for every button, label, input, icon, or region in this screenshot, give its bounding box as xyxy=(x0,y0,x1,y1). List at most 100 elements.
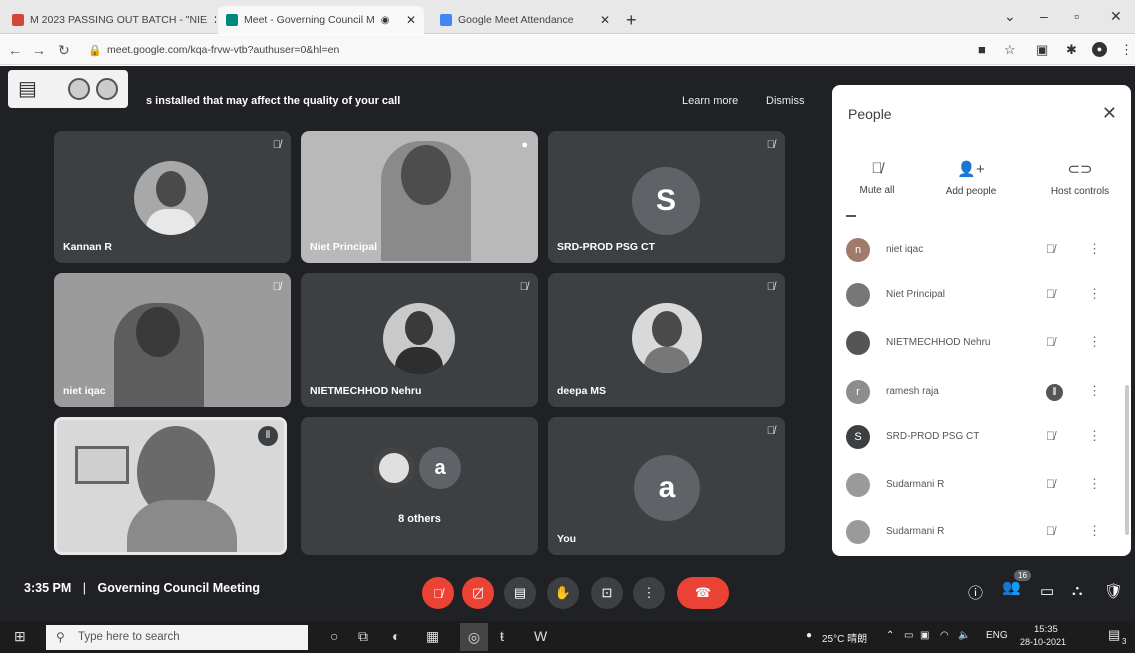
participant-row[interactable]: r ramesh raja ⫴ ⋮ xyxy=(846,378,1126,408)
forward-icon[interactable]: → xyxy=(32,42,46,58)
menu-dots-icon[interactable]: ⋮ xyxy=(1120,42,1133,58)
present-button[interactable]: ⊡ xyxy=(591,577,623,609)
participant-count-badge: 16 xyxy=(1014,570,1031,581)
learn-more-link[interactable]: Learn more xyxy=(682,95,738,107)
file-explorer-icon[interactable]: ▦ xyxy=(426,628,439,645)
participant-tile[interactable]: 🎙̸ deepa MS xyxy=(548,273,785,407)
participant-row[interactable]: Niet Principal 🎙̸ ⋮ xyxy=(846,281,1126,311)
participant-tile[interactable]: ● Niet Principal xyxy=(301,131,538,263)
url-field[interactable]: meet.google.com/kqa-frvw-vtb?authuser=0&… xyxy=(107,44,339,56)
network-icon[interactable]: ▭ xyxy=(904,630,913,641)
dismiss-button[interactable]: Dismiss xyxy=(766,95,805,107)
hand-icon: ✋ xyxy=(554,585,572,600)
close-icon[interactable]: ✕ xyxy=(600,13,610,27)
maximize-icon[interactable]: ▫ xyxy=(1074,8,1079,24)
warning-banner: s installed that may affect the quality … xyxy=(6,88,818,114)
camera-off-icon: ▢̸ xyxy=(471,585,485,600)
meet-icon xyxy=(226,14,238,26)
edge-icon[interactable]: ◐ xyxy=(392,628,400,644)
participant-row[interactable]: Sudarmani R 🎙̸ ⋮ xyxy=(846,471,1126,501)
profile-icon[interactable]: ● xyxy=(1092,42,1107,57)
host-lock-icon[interactable]: 🛡 xyxy=(1104,582,1123,600)
add-person-icon: 👤+ xyxy=(957,161,985,178)
participant-tile[interactable]: 🎙̸ Kannan R xyxy=(54,131,291,263)
mic-toggle-button[interactable]: 🎙̸ xyxy=(422,577,454,609)
close-icon[interactable]: ✕ xyxy=(1102,103,1117,124)
tab-attendance[interactable]: Google Meet Attendance ✕ xyxy=(432,9,618,31)
recording-dot-icon: ◉ xyxy=(380,14,390,26)
mic-off-icon: ● xyxy=(521,139,528,151)
participant-row[interactable]: Sudarmani R 🎙̸ ⋮ xyxy=(846,518,1126,548)
more-options-icon[interactable]: ⋮ xyxy=(1088,428,1101,444)
avatar: n xyxy=(846,238,870,262)
chevron-up-icon[interactable]: ⌃ xyxy=(886,630,894,641)
scrollbar[interactable] xyxy=(1125,385,1129,535)
captions-icon: ▤ xyxy=(513,585,527,600)
notification-icon[interactable]: ▤ xyxy=(1108,627,1120,643)
speaking-icon: ⫴ xyxy=(258,426,278,446)
others-tile[interactable]: a 8 others xyxy=(301,417,538,555)
more-options-icon[interactable]: ⋮ xyxy=(1088,241,1101,257)
volume-icon[interactable]: 🔈 xyxy=(958,630,970,641)
raise-hand-button[interactable]: ✋ xyxy=(547,577,579,609)
reload-icon[interactable]: ↻ xyxy=(58,42,70,59)
window-close-icon[interactable]: ✕ xyxy=(1110,8,1122,25)
cortana-icon[interactable]: ○ xyxy=(330,628,338,644)
word-icon[interactable]: W xyxy=(534,628,547,644)
chrome-icon[interactable]: ◎ xyxy=(460,623,488,651)
mic-off-icon: 🎙̸ xyxy=(1046,242,1055,256)
chat-icon[interactable]: ▭ xyxy=(1040,582,1054,600)
participant-tile[interactable]: ⫴ xyxy=(54,417,287,555)
close-icon[interactable]: ✕ xyxy=(406,13,416,27)
camera-icon[interactable]: ■ xyxy=(978,42,986,57)
wifi-icon[interactable]: ◠ xyxy=(940,630,949,641)
add-people-button[interactable]: 👤+ Add people xyxy=(926,160,1016,197)
minimize-icon[interactable]: – xyxy=(1040,8,1048,24)
host-controls-button[interactable]: ⊂⊃ Host controls xyxy=(1030,160,1130,197)
close-icon[interactable]: ✕ xyxy=(213,13,216,27)
more-options-icon[interactable]: ⋮ xyxy=(1088,383,1101,399)
info-icon[interactable]: ⓘ xyxy=(968,582,983,603)
tab-gmail[interactable]: M 2023 PASSING OUT BATCH - "NIE ✕ xyxy=(4,9,216,31)
participant-name: deepa MS xyxy=(557,385,607,397)
participant-row[interactable]: n niet iqac 🎙̸ ⋮ xyxy=(846,236,1126,266)
leave-call-button[interactable]: ☎ xyxy=(677,577,729,609)
monitor-icon[interactable]: ▣ xyxy=(920,630,929,641)
extension-icon[interactable]: ▣ xyxy=(1036,42,1048,58)
camera-toggle-button[interactable]: ▢̸ xyxy=(462,577,494,609)
puzzle-icon[interactable]: ✱ xyxy=(1066,42,1077,58)
participant-row[interactable]: S SRD-PROD PSG CT 🎙̸ ⋮ xyxy=(846,423,1126,453)
weather-text[interactable]: 25°C 晴朗 xyxy=(822,630,867,645)
participant-name: NIETMECHHOD Nehru xyxy=(310,385,422,397)
avatar xyxy=(846,331,870,355)
back-icon[interactable]: ← xyxy=(8,42,22,58)
more-options-icon[interactable]: ⋮ xyxy=(1088,334,1101,350)
avatar xyxy=(383,303,455,375)
chevron-down-icon[interactable]: ⌄ xyxy=(1004,8,1016,25)
windows-start-icon[interactable]: ⊞ xyxy=(14,628,26,645)
teams-icon[interactable]: ŧ xyxy=(500,628,504,644)
activities-icon[interactable]: ⛬ xyxy=(1072,582,1083,599)
more-options-icon[interactable]: ⋮ xyxy=(1088,523,1101,539)
captions-button[interactable]: ▤ xyxy=(504,577,536,609)
self-tile[interactable]: a 🎙̸ You xyxy=(548,417,785,555)
taskbar-search[interactable]: ⚲ Type here to search xyxy=(46,625,308,650)
more-options-button[interactable]: ⋮ xyxy=(633,577,665,609)
clock-date[interactable]: 28-10-2021 xyxy=(1020,637,1066,647)
clock-time[interactable]: 15:35 xyxy=(1034,624,1058,635)
more-options-icon[interactable]: ⋮ xyxy=(1088,286,1101,302)
participant-row[interactable]: NIETMECHHOD Nehru 🎙̸ ⋮ xyxy=(846,329,1126,359)
mic-off-icon: 🎙̸ xyxy=(1046,429,1055,443)
language-indicator[interactable]: ENG xyxy=(986,630,1008,641)
mute-all-button[interactable]: 🎙̸ Mute all xyxy=(832,160,922,196)
star-icon[interactable]: ☆ xyxy=(1004,42,1016,58)
task-view-icon[interactable]: ⧉ xyxy=(358,628,368,645)
participant-tile[interactable]: S 🎙̸ SRD-PROD PSG CT xyxy=(548,131,785,263)
participant-tile[interactable]: 🎙̸ NIETMECHHOD Nehru xyxy=(301,273,538,407)
tab-meet[interactable]: Meet - Governing Council M ◉ ✕ xyxy=(218,6,424,34)
more-options-icon[interactable]: ⋮ xyxy=(1088,476,1101,492)
plus-icon[interactable]: + xyxy=(626,10,637,31)
participant-tile[interactable]: 🎙̸ niet iqac xyxy=(54,273,291,407)
weather-icon: ● xyxy=(806,630,813,641)
add-people-label: Add people xyxy=(945,186,997,197)
